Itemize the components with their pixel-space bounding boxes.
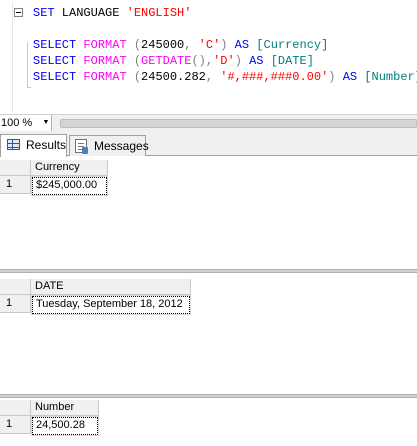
collapse-outline-icon[interactable] (14, 8, 23, 17)
horizontal-scrollbar[interactable] (60, 119, 417, 128)
outline-bracket-end (27, 87, 31, 88)
column-header-number[interactable]: Number (31, 400, 99, 416)
outline-bracket (27, 42, 28, 88)
query-editor[interactable]: SET LANGUAGE 'ENGLISH' SELECT FORMAT (24… (0, 0, 417, 114)
result-cell-number[interactable]: 24,500.28 (31, 416, 99, 436)
code-line-5: SELECT FORMAT (24500.282, '#,###,###0.00… (33, 70, 417, 84)
tab-messages[interactable]: Messages (69, 135, 149, 156)
column-header-currency[interactable]: Currency (31, 160, 108, 176)
code-line-4: SELECT FORMAT (GETDATE(),'D') AS [DATE] (33, 54, 314, 68)
row-header[interactable]: 1 (0, 295, 31, 313)
tab-results[interactable]: Results (0, 134, 67, 157)
result-cell-date[interactable]: Tuesday, September 18, 2012 (31, 295, 191, 315)
chevron-down-icon[interactable]: ▼ (41, 116, 51, 130)
zoom-select[interactable]: 100 % ▼ (0, 115, 52, 131)
editor-gutter (12, 2, 13, 112)
code-line-1: SET LANGUAGE 'ENGLISH' (33, 6, 192, 20)
result-cell-currency[interactable]: $245,000.00 (31, 176, 108, 196)
messages-icon (75, 139, 88, 154)
grid-icon (7, 139, 20, 150)
tab-messages-label: Messages (94, 139, 149, 153)
grid-corner (0, 160, 31, 176)
tab-results-label: Results (26, 138, 67, 152)
grid-corner (0, 400, 31, 416)
row-header[interactable]: 1 (0, 176, 31, 194)
zoom-bar: 100 % ▼ (0, 114, 417, 131)
row-header[interactable]: 1 (0, 416, 31, 434)
code-line-3: SELECT FORMAT (245000, 'C') AS [Currency… (33, 38, 329, 52)
result-grid-currency[interactable]: Currency 1 $245,000.00 (0, 157, 417, 269)
result-grid-number[interactable]: Number 1 24,500.28 (0, 398, 417, 446)
zoom-value: 100 % (1, 117, 33, 129)
results-tab-bar: Results Messages (0, 131, 417, 157)
grid-corner (0, 279, 31, 295)
column-header-date[interactable]: DATE (31, 279, 191, 295)
result-grid-date[interactable]: DATE 1 Tuesday, September 18, 2012 (0, 273, 417, 394)
